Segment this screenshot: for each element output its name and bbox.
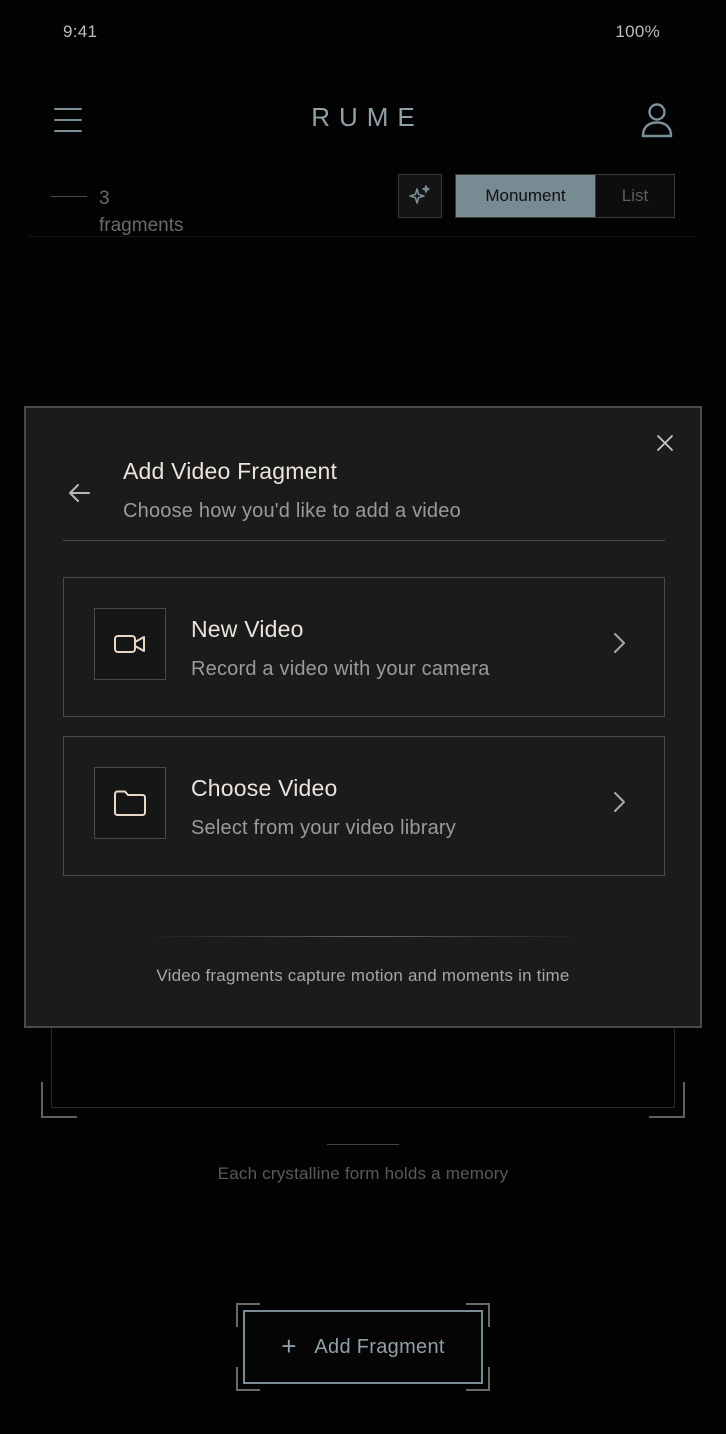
sparkle-button[interactable] bbox=[398, 174, 442, 218]
add-fragment-button[interactable]: + Add Fragment bbox=[243, 1310, 483, 1384]
modal-subtitle: Choose how you'd like to add a video bbox=[123, 500, 461, 522]
view-toggle-list[interactable]: List bbox=[595, 175, 674, 217]
option-title: New Video bbox=[191, 616, 304, 642]
video-camera-icon bbox=[94, 608, 166, 680]
add-fragment-label: Add Fragment bbox=[314, 1335, 445, 1358]
option-description: Select from your video library bbox=[191, 817, 456, 839]
choose-video-option[interactable]: Choose Video Select from your video libr… bbox=[63, 736, 665, 876]
user-profile-icon[interactable] bbox=[640, 102, 674, 138]
new-video-option[interactable]: New Video Record a video with your camer… bbox=[63, 577, 665, 717]
sparkle-icon bbox=[409, 185, 430, 204]
chevron-right-icon bbox=[608, 787, 630, 817]
caption-divider bbox=[327, 1144, 399, 1145]
view-toggle: Monument List bbox=[455, 174, 675, 218]
fragment-count-line bbox=[51, 196, 87, 197]
chevron-right-icon bbox=[608, 628, 630, 658]
close-icon[interactable] bbox=[652, 430, 678, 456]
background-caption: Each crystalline form holds a memory bbox=[217, 1164, 509, 1183]
fragment-count: 3 bbox=[99, 188, 110, 209]
frame-corner bbox=[649, 1082, 685, 1118]
modal-divider bbox=[63, 540, 665, 541]
back-arrow-icon[interactable] bbox=[64, 478, 94, 508]
plus-icon: + bbox=[281, 1331, 297, 1361]
modal-footer-text: Video fragments capture motion and momen… bbox=[156, 966, 570, 985]
status-time: 9:41 bbox=[63, 22, 98, 41]
footer-divider bbox=[146, 936, 586, 937]
option-title: Choose Video bbox=[191, 775, 338, 801]
status-battery: 100% bbox=[615, 22, 660, 41]
option-description: Record a video with your camera bbox=[191, 658, 490, 680]
add-video-modal: Add Video Fragment Choose how you'd like… bbox=[24, 406, 702, 1028]
modal-title: Add Video Fragment bbox=[123, 458, 338, 484]
brand-title: RUME bbox=[311, 102, 424, 132]
toolbar-divider bbox=[28, 236, 698, 237]
add-fragment-frame: + Add Fragment bbox=[236, 1303, 490, 1391]
app-screen: 9:41 100% RUME 3 fragments Monument List… bbox=[0, 0, 726, 1434]
view-toggle-monument[interactable]: Monument bbox=[456, 175, 595, 217]
frame-corner bbox=[41, 1082, 77, 1118]
folder-icon bbox=[94, 767, 166, 839]
